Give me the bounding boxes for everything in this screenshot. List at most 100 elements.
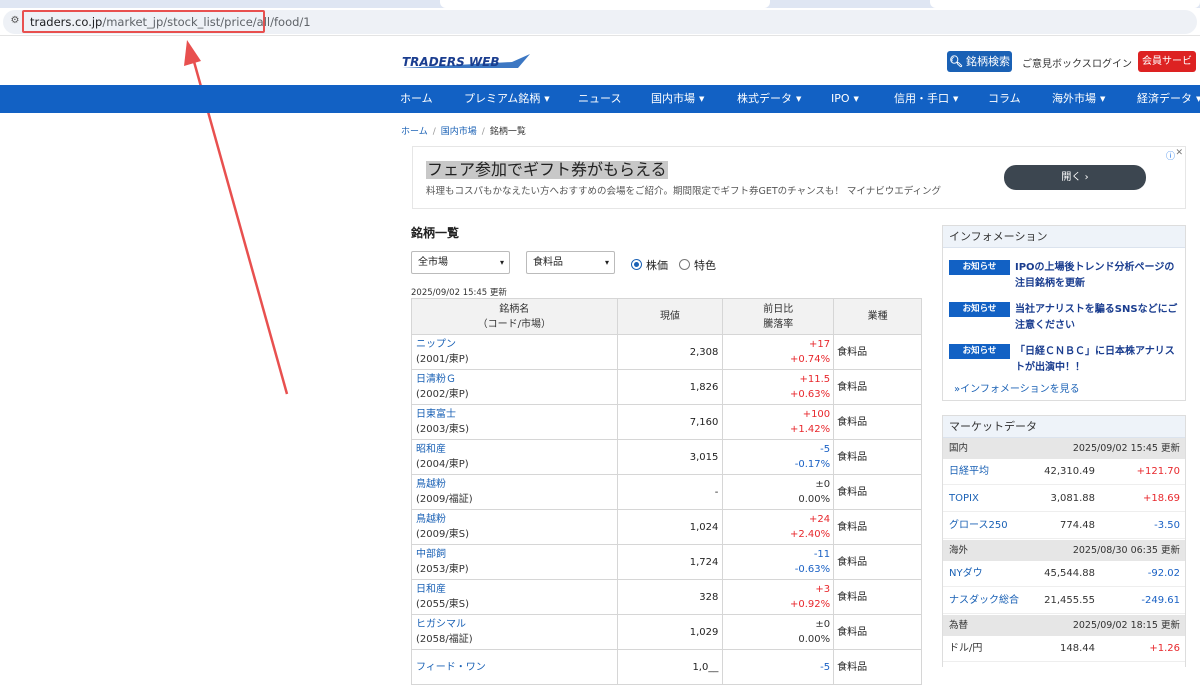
notice-badge: お知らせ xyxy=(949,302,1010,317)
radio-feature[interactable]: 特色 xyxy=(679,257,716,273)
stock-name-cell: 中部飼 (2053/東P) xyxy=(411,544,618,580)
market-index-value: 774.48 xyxy=(1060,520,1095,531)
table-row: 日清粉Ｇ (2002/東P) 1,826 +11.5 +0.63% 食料品 xyxy=(411,369,922,405)
breadcrumb-domestic[interactable]: 国内市場 xyxy=(441,127,477,137)
browser-tab[interactable] xyxy=(440,0,770,8)
stock-change-cell: ±0 0.00% xyxy=(722,614,835,650)
logo-text: TRADERS WEB xyxy=(402,55,500,69)
market-select[interactable]: 全市場 ▾ xyxy=(411,251,510,274)
stock-price: 2,308 xyxy=(616,334,724,370)
col-change-line2: 騰落率 xyxy=(763,318,794,330)
market-index-change: +18.69 xyxy=(1142,493,1180,504)
browser-address-bar: ⚙ traders.co.jp/market_jp/stock_list/pri… xyxy=(0,8,1200,36)
updated-timestamp: 2025/09/02 15:45 更新 xyxy=(411,288,507,298)
stock-name-link[interactable]: 鳥越粉 xyxy=(416,477,617,492)
info-icon[interactable]: ⓘ xyxy=(1166,149,1175,162)
ad-open-button[interactable]: 開く › xyxy=(1004,165,1146,190)
market-row[interactable]: ナスダック総合 21,455.55 -249.61 xyxy=(943,588,1185,614)
ad-banner[interactable]: フェア参加でギフト券がもらえる 料理もコスパもかなえたい方へおすすめの会場をご紹… xyxy=(412,146,1186,209)
ad-description[interactable]: 料理もコスパもかなえたい方へおすすめの会場をご紹介。期間限定でギフト券GETのチ… xyxy=(426,183,941,197)
stock-change-cell: -5 -0.17% xyxy=(722,439,835,475)
stock-code: (2058/福証) xyxy=(416,634,473,645)
table-row: ヒガシマル (2058/福証) 1,029 ±0 0.00% 食料品 xyxy=(411,614,922,650)
stock-name-link[interactable]: 日東富士 xyxy=(416,407,617,422)
table-row: 鳥越粉 (2009/福証) - ±0 0.00% 食料品 xyxy=(411,474,922,510)
stock-name-link[interactable]: ヒガシマル xyxy=(416,617,617,632)
nav-item-label: ホーム xyxy=(400,92,433,105)
market-index-name[interactable]: TOPIX xyxy=(949,486,979,512)
table-row: フィード・ワン 1,0__ -5 食料品 xyxy=(411,649,922,685)
traders-web-logo[interactable]: TRADERS WEB xyxy=(400,52,532,72)
market-row[interactable]: グロース250 774.48 -3.50 xyxy=(943,513,1185,539)
stock-price: 328 xyxy=(616,579,724,615)
nav-item[interactable]: コラム xyxy=(988,85,1021,113)
info-item-text[interactable]: IPOの上場後トレンド分析ページの注目銘柄を更新 xyxy=(1015,260,1183,292)
stock-price: 1,826 xyxy=(616,369,724,405)
stock-name-link[interactable]: 昭和産 xyxy=(416,442,617,457)
nav-item[interactable]: 海外市場 ▼ xyxy=(1052,85,1105,113)
nav-item[interactable]: 国内市場 ▼ xyxy=(651,85,704,113)
nav-item[interactable]: 経済データ ▼ xyxy=(1137,85,1200,113)
market-row[interactable]: TOPIX 3,081.88 +18.69 xyxy=(943,486,1185,512)
browser-tab[interactable] xyxy=(930,0,1200,8)
market-index-change: -249.61 xyxy=(1141,595,1180,606)
site-info-icon[interactable]: ⚙ xyxy=(8,14,22,28)
nav-item[interactable]: ホーム xyxy=(400,85,433,113)
nav-item[interactable]: 株式データ ▼ xyxy=(737,85,801,113)
info-item-text[interactable]: 当社アナリストを騙るSNSなどにご注意ください xyxy=(1015,302,1183,334)
stock-change-cell: -11 -0.63% xyxy=(722,544,835,580)
breadcrumb: ホーム / 国内市場 / 銘柄一覧 xyxy=(401,124,526,137)
information-more-link[interactable]: »インフォメーションを見る xyxy=(954,380,1080,395)
breadcrumb-current: 銘柄一覧 xyxy=(489,127,526,137)
nav-item-label: ニュース xyxy=(578,92,622,105)
stock-name-link[interactable]: フィード・ワン xyxy=(416,660,617,675)
breadcrumb-home[interactable]: ホーム xyxy=(401,127,428,137)
close-icon[interactable]: ✕ xyxy=(1175,148,1183,158)
stock-price: 3,015 xyxy=(616,439,724,475)
col-name-line1: 銘柄名 xyxy=(499,303,530,315)
stock-name-cell: 鳥越粉 (2009/福証) xyxy=(411,474,618,510)
member-service-button[interactable]: 会員サービス xyxy=(1138,51,1196,88)
table-row: 中部飼 (2053/東P) 1,724 -11 -0.63% 食料品 xyxy=(411,544,922,580)
stock-search-button[interactable]: 🔍︎ 銘柄検索 xyxy=(947,51,1012,72)
nav-item[interactable]: ニュース xyxy=(578,85,621,113)
login-link[interactable]: ログイン xyxy=(1092,55,1132,70)
url-highlight-box[interactable]: traders.co.jp/market_jp/stock_list/price… xyxy=(22,10,311,33)
market-index-name[interactable]: 日経平均 xyxy=(949,459,989,485)
stock-industry: 食料品 xyxy=(833,369,922,405)
market-row[interactable]: NYダウ 45,544.88 -92.02 xyxy=(943,561,1185,587)
stock-industry: 食料品 xyxy=(833,474,922,510)
market-row[interactable]: 日経平均 42,310.49 +121.70 xyxy=(943,459,1185,485)
stock-price: 1,724 xyxy=(616,544,724,580)
nav-item[interactable]: IPO ▼ xyxy=(831,85,859,113)
stock-industry: 食料品 xyxy=(833,649,922,685)
market-index-name[interactable]: NYダウ xyxy=(949,561,983,587)
industry-select[interactable]: 食料品 ▾ xyxy=(526,251,615,274)
ad-title[interactable]: フェア参加でギフト券がもらえる xyxy=(426,161,668,179)
nav-item[interactable]: 信用・手口 ▼ xyxy=(894,85,958,113)
nav-item[interactable]: プレミアム銘柄 ▼ xyxy=(464,85,550,113)
market-section-updated: 2025/09/02 18:15 更新 xyxy=(1072,620,1180,631)
stock-change: -11 xyxy=(813,549,831,560)
page-title: 銘柄一覧 xyxy=(411,226,460,240)
market-select-value: 全市場 xyxy=(418,257,448,268)
market-index-value: 3,081.88 xyxy=(1050,493,1095,504)
stock-change-pct: 0.00% xyxy=(798,634,831,645)
market-index-name[interactable]: グロース250 xyxy=(949,513,1008,539)
stock-name-link[interactable]: 鳥越粉 xyxy=(416,512,617,527)
stock-name-link[interactable]: ニップン xyxy=(416,337,617,352)
stock-name-link[interactable]: 日和産 xyxy=(416,582,617,597)
info-item-text[interactable]: 「日経ＣＮＢＣ」に日本株アナリストが出演中！！ xyxy=(1015,344,1183,376)
caret-down-icon: ▼ xyxy=(699,95,705,103)
market-index-change: -92.02 xyxy=(1147,568,1180,579)
radio-price[interactable]: 株価 xyxy=(631,257,668,273)
stock-name-link[interactable]: 中部飼 xyxy=(416,547,617,562)
stock-code: (2004/東P) xyxy=(416,459,469,470)
feedback-link[interactable]: ご意見ボックス xyxy=(1022,55,1092,70)
market-section-updated: 2025/09/02 15:45 更新 xyxy=(1072,443,1180,454)
market-index-name[interactable]: ナスダック総合 xyxy=(949,588,1019,614)
browser-tab-strip xyxy=(0,0,1200,8)
market-index-value: 21,455.55 xyxy=(1044,595,1095,606)
stock-name-link[interactable]: 日清粉Ｇ xyxy=(416,372,617,387)
market-section-label: 為替 xyxy=(949,620,969,631)
